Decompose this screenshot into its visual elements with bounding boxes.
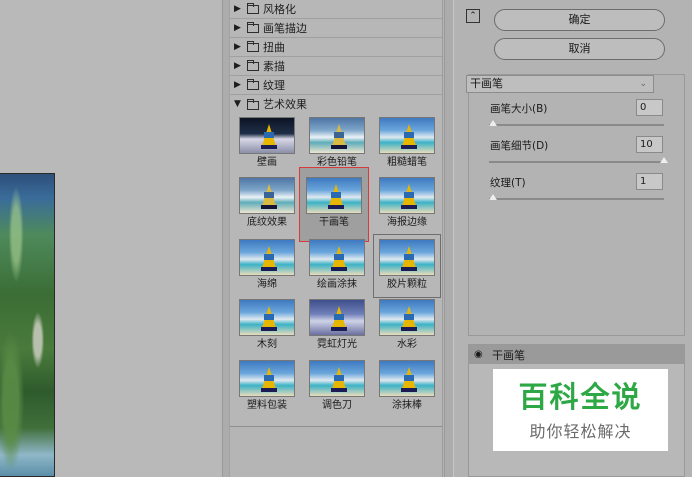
brush-detail-input[interactable]: 10 xyxy=(636,136,663,153)
collapse-icon[interactable]: ⌃ xyxy=(466,9,480,23)
texture-label: 纹理(T) xyxy=(490,177,526,189)
chevron-down-icon: ⌄ xyxy=(639,79,647,89)
category-sketch[interactable]: ▶ 素描 xyxy=(230,57,442,76)
filter-label: 塑料包装 xyxy=(247,400,287,411)
collapsed-arrow-icon: ▶ xyxy=(234,60,241,71)
filter-label: 底纹效果 xyxy=(247,217,287,228)
filter-label: 水彩 xyxy=(397,339,417,350)
thumb-image xyxy=(239,360,295,397)
category-brush-strokes[interactable]: ▶ 画笔描边 xyxy=(230,19,442,38)
filter-thumb-plastic-wrap[interactable]: 塑料包装 xyxy=(234,360,300,413)
category-distort[interactable]: ▶ 扭曲 xyxy=(230,38,442,57)
ok-button[interactable]: 确定 xyxy=(494,9,665,31)
thumb-image xyxy=(379,239,435,276)
thumb-image xyxy=(379,117,435,154)
collapsed-arrow-icon: ▶ xyxy=(234,41,241,52)
eye-icon[interactable]: ◉ xyxy=(474,349,488,360)
category-label: 风格化 xyxy=(263,2,296,16)
filter-thumb-poster-edges[interactable]: 海报边缘 xyxy=(374,177,440,230)
filter-thumb-dry-brush[interactable]: 干画笔 xyxy=(299,167,369,242)
brush-size-slider-thumb[interactable] xyxy=(489,120,497,126)
thumb-image xyxy=(306,177,362,214)
watermark-subtitle: 助你轻松解决 xyxy=(529,422,632,441)
brush-detail-label: 画笔细节(D) xyxy=(490,140,549,152)
gallery-footer xyxy=(230,426,442,477)
filter-label: 干画笔 xyxy=(319,217,349,228)
brush-size-input[interactable]: 0 xyxy=(636,99,663,116)
folder-icon xyxy=(247,41,259,52)
filter-select[interactable]: 干画笔 ⌄ xyxy=(466,75,654,93)
effect-layer-name: 干画笔 xyxy=(492,348,525,362)
thumb-image xyxy=(309,360,365,397)
thumb-image xyxy=(309,239,365,276)
filter-label: 海报边缘 xyxy=(387,217,427,228)
filter-select-value: 干画笔 xyxy=(470,77,503,90)
thumb-image xyxy=(379,360,435,397)
filter-thumb-neon-glow[interactable]: 霓虹灯光 xyxy=(304,299,370,352)
folder-icon xyxy=(247,22,259,33)
open-folder-icon xyxy=(247,98,259,110)
cancel-button[interactable]: 取消 xyxy=(494,38,665,60)
thumb-image xyxy=(309,117,365,154)
brush-size-label: 画笔大小(B) xyxy=(490,103,548,115)
filter-label: 调色刀 xyxy=(322,400,352,411)
filter-thumb-cutout[interactable]: 木刻 xyxy=(234,299,300,352)
thumb-image xyxy=(239,299,295,336)
watermark-title: 百科全说 xyxy=(518,380,643,414)
thumb-image xyxy=(379,177,435,214)
folder-icon xyxy=(247,60,259,71)
filter-thumb-underpainting[interactable]: 底纹效果 xyxy=(234,177,300,230)
brush-size-slider[interactable] xyxy=(489,124,664,126)
filter-label: 壁画 xyxy=(257,157,277,168)
brush-detail-slider-thumb[interactable] xyxy=(660,157,668,163)
panel-divider xyxy=(444,0,454,477)
category-artistic[interactable]: ▼ 艺术效果 xyxy=(230,95,442,114)
filter-thumb-rough-pastels[interactable]: 粗糙蜡笔 xyxy=(374,117,440,170)
texture-slider-thumb[interactable] xyxy=(489,194,497,200)
collapsed-arrow-icon: ▶ xyxy=(234,3,241,14)
watermark-logo: 百科全说 助你轻松解决 xyxy=(493,369,668,451)
filter-thumb-paint-daubs[interactable]: 绘画涂抹 xyxy=(304,239,370,292)
filter-thumb-palette-knife[interactable]: 调色刀 xyxy=(304,360,370,413)
thumb-image xyxy=(379,299,435,336)
filter-gallery: ▶ 风格化 ▶ 画笔描边 ▶ 扭曲 ▶ 素描 ▶ 纹理 ▼ 艺术效果 壁画 彩色… xyxy=(229,0,443,477)
filter-thumb-colored-pencil[interactable]: 彩色铅笔 xyxy=(304,117,370,170)
filter-thumb-smudge-stick[interactable]: 涂抹棒 xyxy=(374,360,440,413)
category-texture[interactable]: ▶ 纹理 xyxy=(230,76,442,95)
category-label: 纹理 xyxy=(263,78,285,92)
folder-icon xyxy=(247,79,259,90)
folder-icon xyxy=(247,3,259,14)
thumb-image xyxy=(309,299,365,336)
collapsed-arrow-icon: ▶ xyxy=(234,22,241,33)
preview-image[interactable] xyxy=(0,173,55,477)
brush-detail-slider[interactable] xyxy=(489,161,664,163)
collapsed-arrow-icon: ▶ xyxy=(234,79,241,90)
thumb-image xyxy=(239,239,295,276)
filter-thumb-fresco[interactable]: 壁画 xyxy=(234,117,300,170)
filter-thumbnails: 壁画 彩色铅笔 粗糙蜡笔 底纹效果 干画笔 海报边缘 海绵 绘画涂抹 胶片颗粒 … xyxy=(230,114,442,416)
filter-label: 木刻 xyxy=(257,339,277,350)
thumb-image xyxy=(239,117,295,154)
filter-thumb-sponge[interactable]: 海绵 xyxy=(234,239,300,292)
preview-area[interactable] xyxy=(0,0,222,477)
filter-label: 胶片颗粒 xyxy=(387,279,427,290)
filter-thumb-watercolor[interactable]: 水彩 xyxy=(374,299,440,352)
filter-thumb-film-grain[interactable]: 胶片颗粒 xyxy=(373,234,441,298)
category-label: 艺术效果 xyxy=(263,98,307,111)
filter-label: 粗糙蜡笔 xyxy=(387,157,427,168)
texture-slider[interactable] xyxy=(489,198,664,200)
thumb-image xyxy=(239,177,295,214)
category-label: 素描 xyxy=(263,59,285,73)
texture-input[interactable]: 1 xyxy=(636,173,663,190)
filter-label: 绘画涂抹 xyxy=(317,279,357,290)
category-label: 画笔描边 xyxy=(263,21,307,35)
expanded-arrow-icon: ▼ xyxy=(234,99,241,109)
filter-label: 涂抹棒 xyxy=(392,400,422,411)
category-stylize[interactable]: ▶ 风格化 xyxy=(230,0,442,19)
filter-label: 霓虹灯光 xyxy=(317,339,357,350)
filter-label: 海绵 xyxy=(257,279,277,290)
effect-layer-row[interactable]: ◉ 干画笔 xyxy=(469,345,684,364)
category-label: 扭曲 xyxy=(263,40,285,54)
